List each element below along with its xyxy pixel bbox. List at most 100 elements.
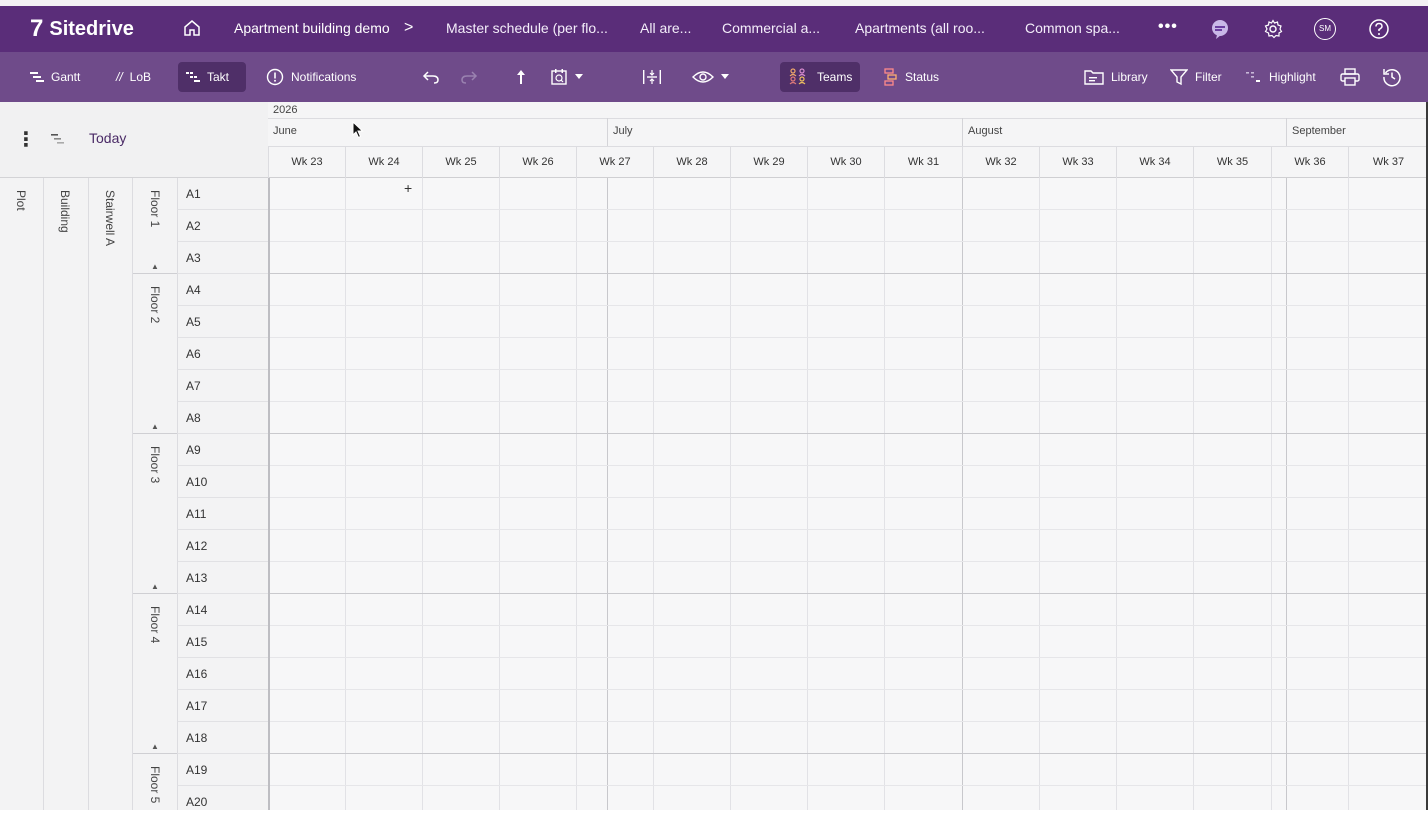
- highlight-icon: [1246, 72, 1260, 82]
- month-divider: [962, 118, 963, 146]
- area-row-label[interactable]: A11: [177, 498, 268, 530]
- caret-down-icon: [721, 74, 729, 79]
- area-row-gridline: [270, 657, 1428, 658]
- week-label: Wk 27: [576, 146, 653, 178]
- stairwell-label[interactable]: Stairwell A: [103, 190, 117, 246]
- area-row-gridline: [270, 497, 1428, 498]
- area-row-label[interactable]: A2: [177, 210, 268, 242]
- area-row-gridline: [270, 337, 1428, 338]
- tab-common-spaces[interactable]: Common spa...: [1025, 6, 1120, 52]
- filter-button[interactable]: Filter: [1162, 62, 1230, 92]
- logo-mark-icon: 7: [30, 15, 44, 42]
- area-row-label[interactable]: A5: [177, 306, 268, 338]
- lob-label: LoB: [129, 70, 152, 84]
- year-label: 2026: [273, 104, 298, 116]
- tab-commercial[interactable]: Commercial a...: [722, 6, 820, 52]
- help-icon[interactable]: [1367, 17, 1391, 41]
- collapse-caret-icon[interactable]: ▲: [151, 742, 159, 751]
- chevron-right-icon: >: [404, 19, 414, 36]
- location-hierarchy: Plot Building Stairwell A Floor 1 ▲ A1 A2 A3…: [0, 178, 268, 810]
- area-row-gridline: [270, 689, 1428, 690]
- floor-label: Floor 2: [148, 286, 162, 324]
- area-row-label[interactable]: A12: [177, 530, 268, 562]
- tab-apartments[interactable]: Apartments (all roo...: [855, 6, 985, 52]
- area-row-label[interactable]: A16: [177, 658, 268, 690]
- area-row-gridline: [270, 561, 1428, 562]
- floor-group[interactable]: Floor 2 ▲: [133, 274, 177, 434]
- collapse-caret-icon[interactable]: ▲: [151, 262, 159, 271]
- more-tabs-button[interactable]: •••: [1158, 6, 1178, 52]
- takt-view-button[interactable]: Takt: [178, 62, 246, 92]
- plot-label[interactable]: Plot: [14, 190, 28, 211]
- breadcrumb-project[interactable]: Apartment building demo: [234, 6, 390, 52]
- building-column: Building: [44, 178, 89, 810]
- chat-support-icon[interactable]: [1208, 17, 1232, 41]
- lob-view-button[interactable]: // LoB: [108, 62, 159, 92]
- area-row-gridline: [270, 209, 1428, 210]
- gantt-label: Gantt: [51, 70, 81, 84]
- collapse-caret-icon[interactable]: ▲: [151, 422, 159, 431]
- status-button[interactable]: Status: [876, 62, 947, 92]
- tab-master-schedule[interactable]: Master schedule (per flo...: [446, 6, 608, 52]
- area-row-label[interactable]: A1: [177, 178, 268, 210]
- takt-grid[interactable]: [268, 178, 1428, 810]
- hierarchy-header: ⋮ Today: [0, 102, 268, 178]
- library-label: Library: [1111, 70, 1148, 84]
- undo-button[interactable]: [414, 62, 448, 92]
- week-label: Wk 25: [422, 146, 499, 178]
- history-clock-icon: [1383, 68, 1401, 87]
- week-label: Wk 29: [730, 146, 807, 178]
- area-row-label[interactable]: A19: [177, 754, 268, 786]
- area-row-label[interactable]: A6: [177, 338, 268, 370]
- kebab-menu-icon[interactable]: ⋮: [16, 130, 36, 150]
- settings-gear-icon[interactable]: [1261, 17, 1285, 41]
- collapse-caret-icon[interactable]: ▲: [151, 582, 159, 591]
- move-up-button[interactable]: [508, 62, 534, 92]
- teams-icon: [789, 68, 806, 85]
- week-label: Wk 23: [268, 146, 345, 178]
- area-row-label[interactable]: A3: [177, 242, 268, 274]
- sitedrive-logo[interactable]: 7 Sitedrive: [30, 6, 134, 52]
- notifications-button[interactable]: Notifications: [258, 62, 364, 92]
- history-button[interactable]: [1374, 62, 1410, 92]
- teams-button[interactable]: Teams: [780, 62, 861, 92]
- tab-all-areas[interactable]: All are...: [640, 6, 691, 52]
- mouse-pointer-icon: [352, 121, 364, 139]
- area-row-label[interactable]: A13: [177, 562, 268, 594]
- area-row-label[interactable]: A10: [177, 466, 268, 498]
- building-label[interactable]: Building: [58, 190, 72, 233]
- app-window: 7 Sitedrive Apartment building demo > Ma…: [0, 0, 1428, 816]
- floor-group[interactable]: Floor 3 ▲: [133, 434, 177, 594]
- month-label: July: [613, 125, 633, 137]
- area-row-label[interactable]: A15: [177, 626, 268, 658]
- window-bottom: [0, 810, 1428, 816]
- home-icon[interactable]: [183, 19, 203, 39]
- floor-group[interactable]: Floor 1 ▲: [133, 178, 177, 274]
- week-label: Wk 31: [884, 146, 962, 178]
- area-row-gridline: [270, 433, 1428, 434]
- today-button[interactable]: Today: [89, 130, 126, 146]
- area-row-label[interactable]: A17: [177, 690, 268, 722]
- area-row-label[interactable]: A9: [177, 434, 268, 466]
- area-row-label[interactable]: A7: [177, 370, 268, 402]
- library-button[interactable]: Library: [1076, 62, 1156, 92]
- area-row-label[interactable]: A4: [177, 274, 268, 306]
- floor-group[interactable]: Floor 5: [133, 754, 177, 810]
- floor-group[interactable]: Floor 4 ▲: [133, 594, 177, 754]
- highlight-button[interactable]: Highlight: [1238, 62, 1324, 92]
- area-row-label[interactable]: A8: [177, 402, 268, 434]
- area-row-gridline: [270, 625, 1428, 626]
- visibility-button[interactable]: [684, 62, 737, 92]
- area-row-label[interactable]: A18: [177, 722, 268, 754]
- gantt-collapse-icon[interactable]: [51, 133, 65, 145]
- month-label: August: [968, 125, 1003, 137]
- user-avatar[interactable]: SM: [1314, 18, 1336, 40]
- row-height-button[interactable]: [634, 62, 670, 92]
- week-label: Wk 24: [345, 146, 422, 178]
- redo-button[interactable]: [452, 62, 486, 92]
- area-row-label[interactable]: A20: [177, 786, 268, 810]
- zoom-to-fit-button[interactable]: [542, 62, 591, 92]
- area-row-label[interactable]: A14: [177, 594, 268, 626]
- print-button[interactable]: [1332, 62, 1368, 92]
- gantt-view-button[interactable]: Gantt: [22, 62, 88, 92]
